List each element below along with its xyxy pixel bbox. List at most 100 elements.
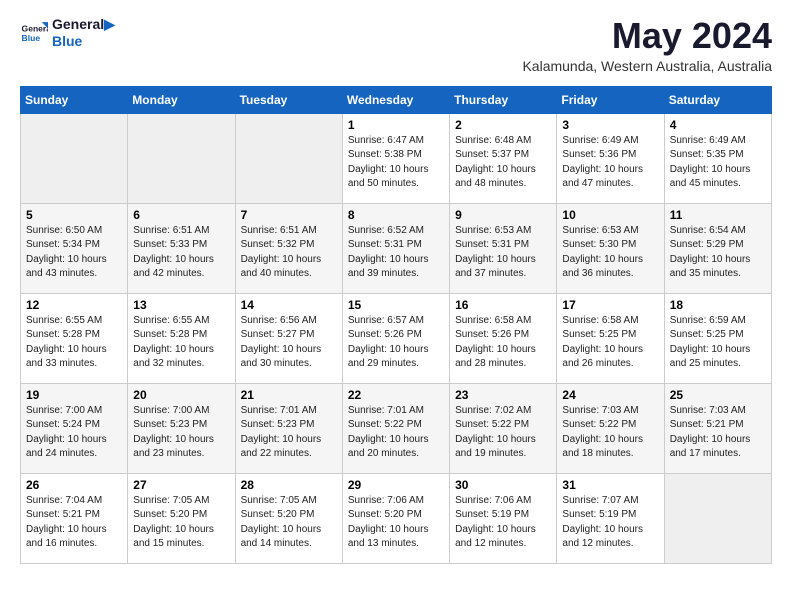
day-number: 27	[133, 478, 229, 492]
day-info: Sunrise: 6:58 AM Sunset: 5:25 PM Dayligh…	[562, 314, 658, 372]
calendar-cell	[235, 113, 342, 203]
calendar-header: SundayMondayTuesdayWednesdayThursdayFrid…	[21, 86, 772, 113]
logo-text: General▶ Blue	[52, 16, 115, 50]
day-number: 18	[670, 298, 766, 312]
day-info: Sunrise: 7:07 AM Sunset: 5:19 PM Dayligh…	[562, 494, 658, 552]
day-info: Sunrise: 7:05 AM Sunset: 5:20 PM Dayligh…	[133, 494, 229, 552]
calendar-cell: 24 Sunrise: 7:03 AM Sunset: 5:22 PM Dayli…	[557, 383, 664, 473]
day-info: Sunrise: 6:51 AM Sunset: 5:33 PM Dayligh…	[133, 224, 229, 282]
calendar-cell: 30Sunrise: 7:06 AM Sunset: 5:19 PM Dayli…	[450, 473, 557, 563]
day-info: Sunrise: 6:55 AM Sunset: 5:28 PM Dayligh…	[133, 314, 229, 372]
month-title: May 2024	[522, 16, 772, 56]
calendar-cell: 3Sunrise: 6:49 AM Sunset: 5:36 PM Daylig…	[557, 113, 664, 203]
calendar-cell: 5 Sunrise: 6:50 AM Sunset: 5:34 PM Daylig…	[21, 203, 128, 293]
calendar-week-row: 12Sunrise: 6:55 AM Sunset: 5:28 PM Dayli…	[21, 293, 772, 383]
calendar-cell: 15 Sunrise: 6:57 AM Sunset: 5:26 PM Dayli…	[342, 293, 449, 383]
location: Kalamunda, Western Australia, Australia	[522, 58, 772, 74]
day-info: Sunrise: 7:05 AM Sunset: 5:20 PM Dayligh…	[241, 494, 337, 552]
calendar-cell: 8Sunrise: 6:52 AM Sunset: 5:31 PM Daylig…	[342, 203, 449, 293]
calendar-week-row: 1 Sunrise: 6:47 AM Sunset: 5:38 PM Daylig…	[21, 113, 772, 203]
calendar-cell: 25 Sunrise: 7:03 AM Sunset: 5:21 PM Dayli…	[664, 383, 771, 473]
day-number: 17	[562, 298, 658, 312]
calendar-cell: 1 Sunrise: 6:47 AM Sunset: 5:38 PM Daylig…	[342, 113, 449, 203]
day-info: Sunrise: 7:00 AM Sunset: 5:23 PM Dayligh…	[133, 404, 229, 462]
calendar-cell: 31Sunrise: 7:07 AM Sunset: 5:19 PM Dayli…	[557, 473, 664, 563]
day-info: Sunrise: 6:50 AM Sunset: 5:34 PM Dayligh…	[26, 224, 122, 282]
day-number: 20	[133, 388, 229, 402]
calendar-cell: 18 Sunrise: 6:59 AM Sunset: 5:25 PM Dayli…	[664, 293, 771, 383]
day-info: Sunrise: 6:49 AM Sunset: 5:36 PM Dayligh…	[562, 134, 658, 192]
calendar-cell: 6 Sunrise: 6:51 AM Sunset: 5:33 PM Daylig…	[128, 203, 235, 293]
logo-icon: General Blue	[20, 19, 48, 47]
calendar-cell	[21, 113, 128, 203]
calendar-cell: 26 Sunrise: 7:04 AM Sunset: 5:21 PM Dayli…	[21, 473, 128, 563]
calendar-cell: 14Sunrise: 6:56 AM Sunset: 5:27 PM Dayli…	[235, 293, 342, 383]
calendar-cell: 16 Sunrise: 6:58 AM Sunset: 5:26 PM Dayli…	[450, 293, 557, 383]
day-info: Sunrise: 6:58 AM Sunset: 5:26 PM Dayligh…	[455, 314, 551, 372]
day-number: 26	[26, 478, 122, 492]
day-info: Sunrise: 7:02 AM Sunset: 5:22 PM Dayligh…	[455, 404, 551, 462]
day-info: Sunrise: 7:04 AM Sunset: 5:21 PM Dayligh…	[26, 494, 122, 552]
day-info: Sunrise: 6:49 AM Sunset: 5:35 PM Dayligh…	[670, 134, 766, 192]
day-info: Sunrise: 7:06 AM Sunset: 5:20 PM Dayligh…	[348, 494, 444, 552]
day-info: Sunrise: 6:47 AM Sunset: 5:38 PM Dayligh…	[348, 134, 444, 192]
day-number: 15	[348, 298, 444, 312]
calendar-cell: 29 Sunrise: 7:06 AM Sunset: 5:20 PM Dayli…	[342, 473, 449, 563]
day-info: Sunrise: 6:59 AM Sunset: 5:25 PM Dayligh…	[670, 314, 766, 372]
weekday-header: Friday	[557, 86, 664, 113]
weekday-header: Thursday	[450, 86, 557, 113]
calendar-cell: 2 Sunrise: 6:48 AM Sunset: 5:37 PM Daylig…	[450, 113, 557, 203]
calendar-cell: 20 Sunrise: 7:00 AM Sunset: 5:23 PM Dayli…	[128, 383, 235, 473]
calendar-cell: 17 Sunrise: 6:58 AM Sunset: 5:25 PM Dayli…	[557, 293, 664, 383]
calendar-table: SundayMondayTuesdayWednesdayThursdayFrid…	[20, 86, 772, 564]
day-info: Sunrise: 7:03 AM Sunset: 5:21 PM Dayligh…	[670, 404, 766, 462]
day-number: 6	[133, 208, 229, 222]
day-info: Sunrise: 6:53 AM Sunset: 5:31 PM Dayligh…	[455, 224, 551, 282]
day-number: 13	[133, 298, 229, 312]
day-number: 25	[670, 388, 766, 402]
day-info: Sunrise: 6:57 AM Sunset: 5:26 PM Dayligh…	[348, 314, 444, 372]
day-info: Sunrise: 7:03 AM Sunset: 5:22 PM Dayligh…	[562, 404, 658, 462]
day-number: 22	[348, 388, 444, 402]
day-info: Sunrise: 7:00 AM Sunset: 5:24 PM Dayligh…	[26, 404, 122, 462]
day-info: Sunrise: 6:51 AM Sunset: 5:32 PM Dayligh…	[241, 224, 337, 282]
calendar-cell: 21 Sunrise: 7:01 AM Sunset: 5:23 PM Dayli…	[235, 383, 342, 473]
weekday-header: Wednesday	[342, 86, 449, 113]
day-number: 30	[455, 478, 551, 492]
day-number: 16	[455, 298, 551, 312]
calendar-cell: 13 Sunrise: 6:55 AM Sunset: 5:28 PM Dayli…	[128, 293, 235, 383]
day-number: 5	[26, 208, 122, 222]
calendar-week-row: 26 Sunrise: 7:04 AM Sunset: 5:21 PM Dayli…	[21, 473, 772, 563]
weekday-header: Saturday	[664, 86, 771, 113]
day-number: 23	[455, 388, 551, 402]
weekday-header: Monday	[128, 86, 235, 113]
weekday-header: Tuesday	[235, 86, 342, 113]
day-number: 7	[241, 208, 337, 222]
day-number: 28	[241, 478, 337, 492]
calendar-cell: 10Sunrise: 6:53 AM Sunset: 5:30 PM Dayli…	[557, 203, 664, 293]
day-number: 21	[241, 388, 337, 402]
day-number: 11	[670, 208, 766, 222]
day-number: 4	[670, 118, 766, 132]
page-header: General Blue General▶ Blue May 2024 Kala…	[20, 16, 772, 74]
day-info: Sunrise: 6:54 AM Sunset: 5:29 PM Dayligh…	[670, 224, 766, 282]
day-number: 24	[562, 388, 658, 402]
day-number: 29	[348, 478, 444, 492]
day-info: Sunrise: 7:01 AM Sunset: 5:22 PM Dayligh…	[348, 404, 444, 462]
calendar-cell	[128, 113, 235, 203]
calendar-cell: 9 Sunrise: 6:53 AM Sunset: 5:31 PM Daylig…	[450, 203, 557, 293]
day-info: Sunrise: 7:01 AM Sunset: 5:23 PM Dayligh…	[241, 404, 337, 462]
day-number: 1	[348, 118, 444, 132]
calendar-week-row: 5 Sunrise: 6:50 AM Sunset: 5:34 PM Daylig…	[21, 203, 772, 293]
calendar-cell	[664, 473, 771, 563]
calendar-cell: 11 Sunrise: 6:54 AM Sunset: 5:29 PM Dayli…	[664, 203, 771, 293]
calendar-cell: 12Sunrise: 6:55 AM Sunset: 5:28 PM Dayli…	[21, 293, 128, 383]
day-number: 2	[455, 118, 551, 132]
calendar-cell: 28 Sunrise: 7:05 AM Sunset: 5:20 PM Dayli…	[235, 473, 342, 563]
calendar-week-row: 19Sunrise: 7:00 AM Sunset: 5:24 PM Dayli…	[21, 383, 772, 473]
calendar-cell: 27 Sunrise: 7:05 AM Sunset: 5:20 PM Dayli…	[128, 473, 235, 563]
day-info: Sunrise: 6:48 AM Sunset: 5:37 PM Dayligh…	[455, 134, 551, 192]
day-number: 14	[241, 298, 337, 312]
calendar-cell: 23 Sunrise: 7:02 AM Sunset: 5:22 PM Dayli…	[450, 383, 557, 473]
day-number: 9	[455, 208, 551, 222]
